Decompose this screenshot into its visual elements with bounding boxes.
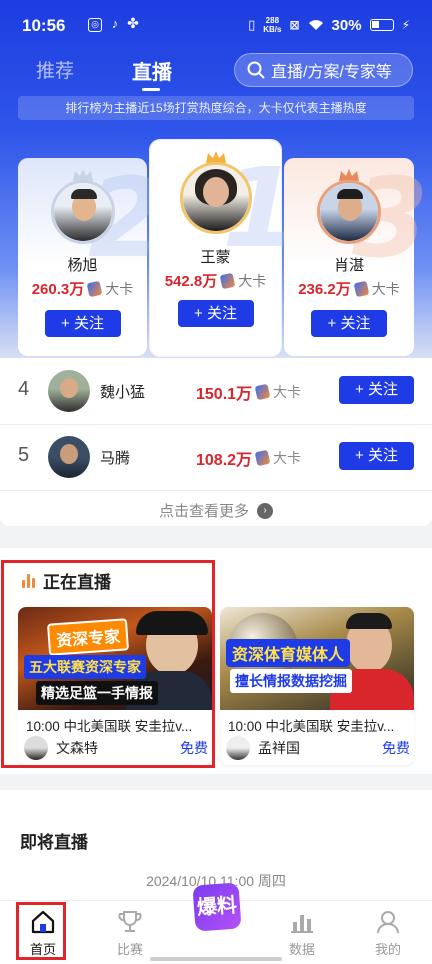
search-bar[interactable]: 直播/方案/专家等	[234, 53, 413, 87]
trophy-icon	[117, 909, 143, 935]
search-icon	[247, 61, 265, 79]
podium-card-rank-1[interactable]: 1 王蒙 542.8万 大卡 + 关注	[150, 140, 299, 356]
follow-button[interactable]: + 关注	[44, 310, 121, 337]
live-footer: 孟祥国 免费	[226, 736, 410, 760]
status-time: 10:56	[22, 16, 66, 35]
nav-data[interactable]: 数据	[272, 909, 332, 958]
avatar[interactable]	[48, 436, 90, 478]
search-placeholder: 直播/方案/专家等	[271, 64, 392, 81]
heat-card-icon	[219, 272, 236, 289]
podium-card-rank-3[interactable]: 3 肖湛 236.2万 大卡 + 关注	[284, 154, 429, 356]
user-icon	[375, 909, 401, 935]
price-tag: 免费	[180, 740, 208, 756]
follow-button[interactable]: + 关注	[311, 310, 387, 337]
podium-card-rank-2[interactable]: 2 杨旭 260.3万 大卡 + 关注	[18, 154, 165, 356]
heat-card-icon	[254, 449, 271, 467]
bar-chart-icon	[289, 909, 315, 935]
heat-card-icon	[353, 280, 370, 297]
thumb-tag: 资深体育媒体人	[226, 639, 351, 667]
live-card[interactable]: 资深体育媒体人 擅长情报数据挖掘 10:00 中北美国联 安圭拉v... 孟祥国…	[220, 607, 414, 765]
status-bar: 10:56 ◎ ♪ ✤ ▯ 288 KB/s ⊠ 30% ⚡	[0, 0, 432, 50]
center-action-button[interactable]: 爆料	[192, 882, 242, 932]
follow-button[interactable]: + 关注	[177, 300, 254, 327]
heat-value: 260.3万 大卡	[31, 280, 134, 298]
thumb-tag: 资深专家	[46, 618, 130, 656]
home-icon	[30, 909, 56, 935]
heat-value: 236.2万 大卡	[298, 280, 400, 298]
host-avatar[interactable]	[24, 736, 48, 760]
heat-card-icon	[254, 383, 271, 401]
section-title: 即将直播	[20, 833, 88, 852]
streamer-name: 魏小猛	[100, 384, 146, 401]
live-now-section: 正在直播 资深专家 五大联赛资深专家 精选足篮一手情报 10:00 中北美国联 …	[0, 548, 432, 774]
thumb-subline: 精选足篮一手情报	[36, 681, 158, 705]
view-more-link[interactable]: 点击查看更多 ›	[0, 500, 432, 521]
chevron-right-icon: ›	[257, 502, 273, 519]
avatar[interactable]	[50, 180, 115, 244]
host-name: 孟祥国	[258, 740, 300, 756]
rank-number: 5	[18, 444, 30, 466]
battery-icon	[369, 19, 394, 31]
wifi-icon	[308, 20, 323, 30]
ranking-row[interactable]: 5 马腾 108.2万 大卡 + 关注	[0, 424, 432, 490]
view-more-label: 点击查看更多	[158, 503, 249, 520]
live-bars-icon	[22, 573, 35, 588]
tiktok-icon: ♪	[111, 16, 119, 31]
vibrate-icon: ▯	[248, 17, 256, 32]
ranking-notice: 排行榜为主播近15场打赏热度综合，大卡仅代表主播热度	[18, 96, 414, 120]
live-footer: 文森特 免费	[24, 736, 208, 760]
streamer-name: 肖湛	[333, 257, 364, 274]
net-speed: 288 KB/s	[263, 16, 282, 34]
charging-icon: ⚡	[401, 18, 410, 32]
heat-card-icon	[86, 280, 103, 297]
avatar[interactable]	[179, 162, 252, 234]
notification-icon: ◎	[88, 18, 102, 32]
ranking-row[interactable]: 4 魏小猛 150.1万 大卡 + 关注	[0, 358, 432, 424]
thumb-headline: 五大联赛资深专家	[24, 655, 146, 679]
nav-home[interactable]: 首页	[13, 909, 73, 958]
live-title: 10:00 中北美国联 安圭拉v...	[228, 719, 395, 734]
live-thumbnail[interactable]: 资深体育媒体人 擅长情报数据挖掘	[220, 607, 414, 710]
heat-value: 150.1万 大卡	[196, 383, 302, 403]
streamer-name: 杨旭	[67, 257, 98, 274]
fan-icon: ✤	[127, 15, 139, 31]
streamer-name: 马腾	[100, 450, 131, 467]
streamer-name: 王蒙	[200, 249, 231, 266]
host-avatar[interactable]	[226, 736, 250, 760]
avatar[interactable]	[317, 180, 381, 244]
home-indicator	[150, 957, 282, 961]
live-thumbnail[interactable]: 资深专家 五大联赛资深专家 精选足篮一手情报	[18, 607, 212, 710]
section-title: 正在直播	[22, 568, 111, 593]
ranking-list: 4 魏小猛 150.1万 大卡 + 关注 5 马腾 108.2万 大卡 + 关注 点…	[0, 358, 432, 526]
avatar[interactable]	[48, 370, 90, 412]
sim-icon: ⊠	[289, 18, 300, 32]
tab-live[interactable]: 直播	[132, 56, 172, 85]
live-card[interactable]: 资深专家 五大联赛资深专家 精选足篮一手情报 10:00 中北美国联 安圭拉v.…	[18, 607, 212, 765]
heat-value: 108.2万 大卡	[196, 449, 302, 469]
live-title: 10:00 中北美国联 安圭拉v...	[26, 719, 193, 734]
heat-value: 542.8万 大卡	[164, 272, 267, 290]
follow-button[interactable]: + 关注	[339, 442, 414, 470]
nav-matches[interactable]: 比赛	[100, 909, 160, 958]
tab-indicator	[142, 88, 160, 91]
row-divider	[0, 490, 432, 491]
host-name: 文森特	[56, 740, 98, 756]
rank-number: 4	[18, 378, 30, 400]
battery-text: 30%	[331, 16, 362, 34]
thumb-headline: 擅长情报数据挖掘	[230, 669, 352, 693]
nav-me[interactable]: 我的	[358, 909, 418, 958]
tab-recommend[interactable]: 推荐	[36, 56, 74, 83]
follow-button[interactable]: + 关注	[339, 376, 414, 404]
price-tag: 免费	[382, 740, 410, 756]
